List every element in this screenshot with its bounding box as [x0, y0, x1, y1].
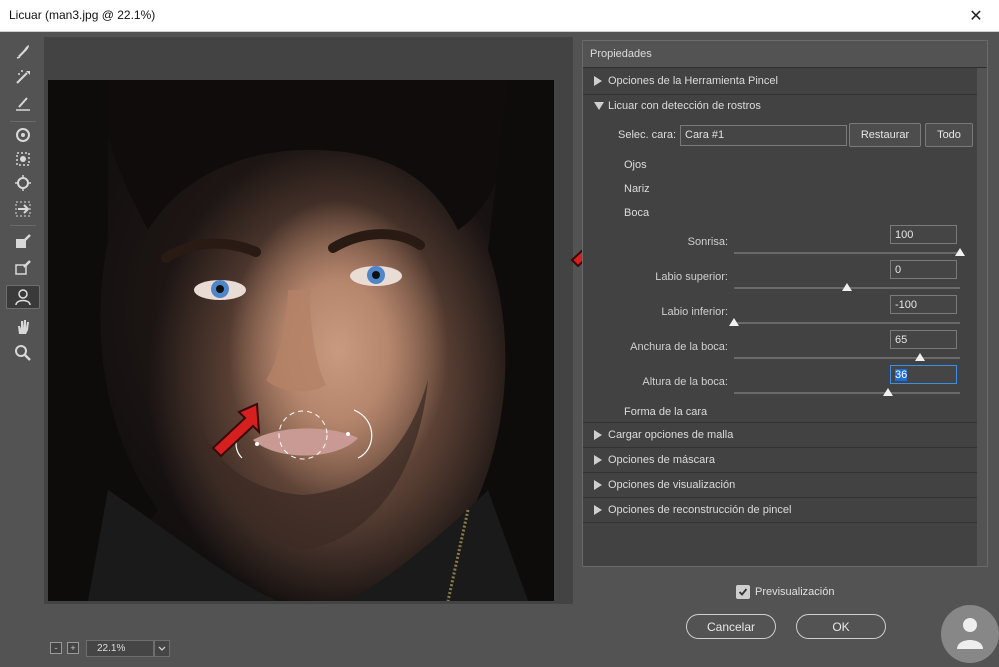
smooth-icon[interactable] — [6, 91, 40, 115]
check-icon — [738, 588, 748, 596]
bloat-icon[interactable] — [6, 171, 40, 195]
all-button[interactable]: Todo — [925, 123, 973, 147]
reconstruct-icon[interactable] — [6, 65, 40, 89]
collapse-icon — [594, 102, 604, 110]
slider-value-input[interactable]: 36 — [890, 365, 957, 384]
hand-icon[interactable] — [6, 315, 40, 339]
slider-track[interactable] — [734, 322, 960, 324]
slider-value-input[interactable]: 100 — [890, 225, 957, 244]
section-label: Opciones de máscara — [608, 454, 715, 466]
close-button[interactable]: ✕ — [953, 0, 999, 32]
zoom-in-button[interactable]: + — [67, 642, 79, 654]
expand-icon — [594, 480, 602, 490]
section-brush-reconstruct[interactable]: Opciones de reconstrucción de pincel — [583, 498, 977, 522]
pucker-icon[interactable] — [6, 147, 40, 171]
subsection-eyes[interactable]: Ojos — [610, 154, 910, 176]
window-title: Licuar (man3.jpg @ 22.1%) — [9, 8, 156, 22]
slider-thumb[interactable] — [915, 353, 926, 361]
thaw-mask-icon[interactable] — [6, 255, 40, 279]
reset-button[interactable]: Restaurar — [849, 123, 921, 147]
slider-track[interactable] — [734, 357, 960, 359]
face-photo[interactable] — [48, 80, 554, 601]
zoom-level[interactable]: 22.1% — [86, 640, 154, 657]
preview-checkbox[interactable] — [736, 585, 750, 599]
slider-value-input[interactable]: 0 — [890, 260, 957, 279]
subsection-mouth[interactable]: Boca — [610, 202, 910, 224]
person-logo-icon — [957, 618, 983, 649]
section-label: Opciones de reconstrucción de pincel — [608, 504, 792, 516]
section-label: Opciones de visualización — [608, 479, 736, 491]
ok-button[interactable]: OK — [796, 614, 886, 639]
section-mesh-options[interactable]: Cargar opciones de malla — [583, 423, 977, 447]
zoom-icon[interactable] — [6, 341, 40, 365]
section-label: Opciones de la Herramienta Pincel — [608, 75, 778, 87]
zoom-controls: - + 22.1% — [48, 640, 198, 658]
select-face-value: Cara #1 — [685, 129, 725, 141]
section-label: Licuar con detección de rostros — [608, 100, 761, 112]
select-face-label: Selec. cara: — [618, 129, 677, 141]
section-label: Cargar opciones de malla — [608, 429, 734, 441]
expand-icon — [594, 430, 602, 440]
slider-track[interactable] — [734, 392, 960, 394]
expand-icon — [594, 505, 602, 515]
slider-value-input[interactable]: -100 — [890, 295, 957, 314]
panel-scrollbar[interactable] — [977, 68, 987, 566]
toolbar-divider — [10, 225, 36, 226]
preview-label[interactable]: Previsualización — [755, 586, 834, 598]
slider-thumb[interactable] — [955, 248, 965, 256]
slider-thumb[interactable] — [882, 388, 893, 396]
slider-value-input[interactable]: 65 — [890, 330, 957, 349]
subsection-label: Nariz — [624, 183, 650, 195]
slider-thumb[interactable] — [842, 283, 852, 291]
zoom-dropdown[interactable] — [154, 640, 170, 657]
subsection-label: Boca — [624, 207, 650, 219]
face-photo-overlay — [48, 80, 554, 601]
subsection-face-shape[interactable]: Forma de la cara — [610, 401, 910, 423]
properties-panel: Propiedades Opciones de la Herramienta P… — [582, 40, 988, 567]
section-mask-options[interactable]: Opciones de máscara — [583, 448, 977, 472]
slider-label: Labio superior: — [655, 271, 728, 283]
panel-header: Propiedades — [583, 41, 987, 68]
red-arrow-icon — [211, 402, 261, 458]
section-view-options[interactable]: Opciones de visualización — [583, 473, 977, 497]
select-face-dropdown[interactable]: Cara #1 — [680, 125, 847, 146]
expand-icon — [594, 455, 602, 465]
chevron-down-icon — [158, 646, 166, 651]
subsection-label: Ojos — [624, 159, 647, 171]
subsection-nose[interactable]: Nariz — [610, 178, 910, 200]
slider-label: Anchura de la boca: — [630, 341, 728, 353]
section-face-aware[interactable]: Licuar con detección de rostros — [583, 94, 977, 118]
subsection-label: Forma de la cara — [624, 406, 708, 418]
title-bar: Licuar (man3.jpg @ 22.1%) ✕ — [0, 0, 999, 32]
slider-thumb[interactable] — [729, 318, 739, 326]
expand-icon — [594, 76, 602, 86]
zoom-out-button[interactable]: - — [50, 642, 62, 654]
forward-warp-icon[interactable] — [6, 39, 40, 63]
slider-label: Labio inferior: — [661, 306, 728, 318]
freeze-mask-icon[interactable] — [6, 229, 40, 253]
slider-label: Sonrisa: — [687, 236, 728, 248]
cancel-button[interactable]: Cancelar — [686, 614, 776, 639]
face-tool-icon[interactable] — [6, 285, 40, 309]
divider — [583, 522, 977, 523]
toolbar-divider — [10, 121, 36, 122]
slider-label: Altura de la boca: — [642, 376, 728, 388]
section-brush-options[interactable]: Opciones de la Herramienta Pincel — [583, 69, 977, 93]
push-left-icon[interactable] — [6, 197, 40, 221]
watermark-logo — [941, 605, 999, 663]
twirl-icon[interactable] — [6, 123, 40, 147]
slider-track[interactable] — [734, 252, 960, 254]
